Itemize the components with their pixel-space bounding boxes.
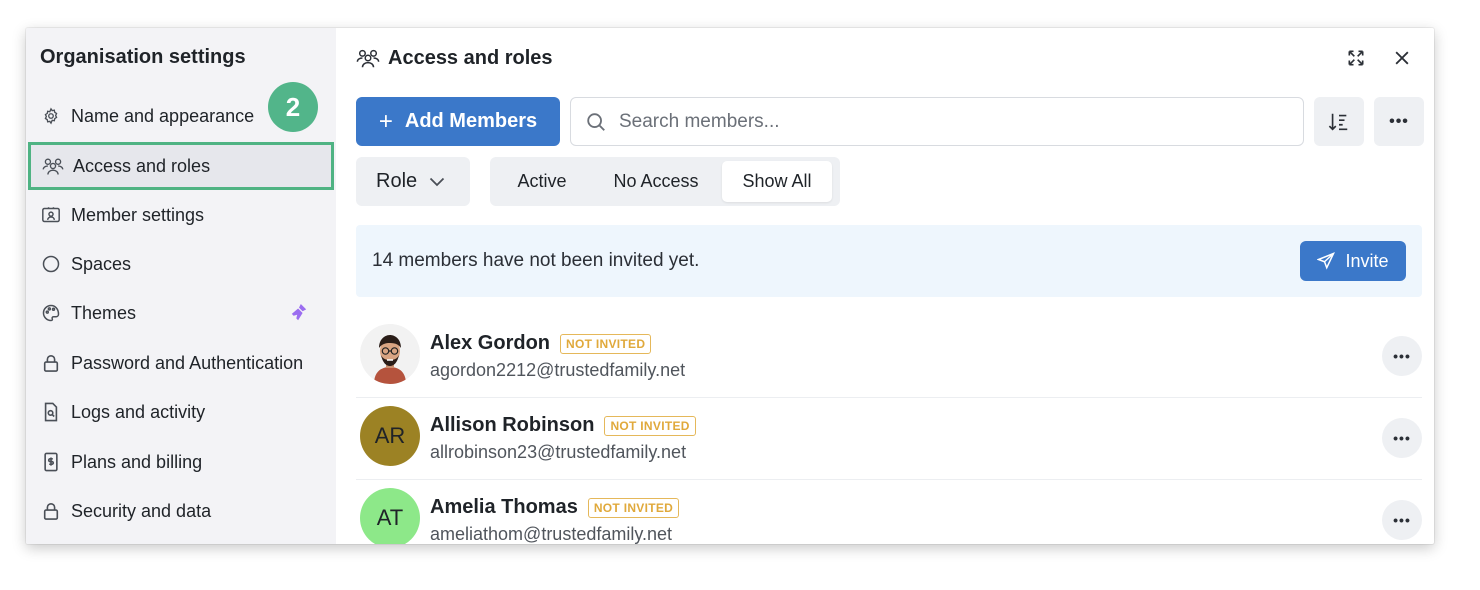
member-name: Allison Robinson — [430, 414, 595, 436]
page-title: Access and roles — [388, 46, 553, 69]
send-icon — [1317, 252, 1336, 270]
sidebar-item-member-settings[interactable]: Member settings — [26, 191, 336, 239]
sidebar-item-label: Security and data — [71, 500, 212, 521]
settings-window: Organisation settings Name and appearanc… — [26, 28, 1434, 544]
document-search-icon — [40, 401, 62, 423]
circle-icon — [40, 253, 62, 275]
role-label: Role — [376, 170, 418, 192]
sidebar-item-label: Plans and billing — [71, 451, 203, 472]
search-box[interactable] — [570, 97, 1304, 146]
invite-button[interactable]: Invite — [1300, 241, 1406, 281]
paint-brush-icon — [290, 303, 308, 328]
status-badge: NOT INVITED — [587, 497, 680, 518]
sidebar-item-label: Name and appearance — [71, 105, 255, 126]
search-input[interactable] — [619, 110, 1259, 133]
palette-icon — [40, 302, 62, 324]
toolbar: + Add Members ••• — [356, 97, 1424, 146]
sidebar-item-label: Themes — [71, 302, 137, 323]
member-list: Alex Gordon NOT INVITED agordon2212@trus… — [356, 316, 1422, 544]
sort-button[interactable] — [1314, 97, 1364, 146]
member-email: allrobinson23@trustedfamily.net — [430, 442, 687, 462]
member-row[interactable]: Alex Gordon NOT INVITED agordon2212@trus… — [356, 316, 1422, 398]
step-badge: 2 — [268, 82, 318, 132]
member-name: Amelia Thomas — [430, 496, 578, 518]
avatar-initials: AR — [374, 423, 406, 448]
banner-message: 14 members have not been invited yet. — [372, 250, 700, 271]
users-icon — [42, 155, 64, 177]
avatar: AR — [360, 406, 420, 466]
member-row[interactable]: AT Amelia Thomas NOT INVITED ameliathom@… — [356, 480, 1422, 544]
lock-icon — [40, 500, 62, 522]
expand-icon[interactable] — [1344, 46, 1368, 70]
row-more-button[interactable]: ••• — [1382, 336, 1422, 376]
filter-active[interactable]: Active — [494, 161, 590, 202]
sidebar-item-spaces[interactable]: Spaces — [26, 240, 336, 288]
close-icon[interactable] — [1390, 46, 1414, 70]
avatar-initials: AT — [376, 505, 404, 530]
main-panel: Access and roles + Add Members Search me… — [336, 28, 1434, 544]
gear-icon — [40, 105, 62, 127]
add-members-button[interactable]: + Add Members — [356, 97, 560, 146]
sidebar-item-label: Access and roles — [73, 155, 211, 176]
status-filter: Active No Access Show All — [490, 157, 840, 206]
panel-header: Access and roles — [356, 44, 1414, 72]
invite-banner: 14 members have not been invited yet. In… — [356, 225, 1422, 297]
receipt-icon — [40, 451, 62, 473]
header-actions — [1344, 44, 1414, 72]
member-name: Alex Gordon — [430, 332, 551, 354]
status-badge: NOT INVITED — [604, 415, 696, 436]
sort-icon — [1327, 111, 1351, 133]
row-more-button[interactable]: ••• — [1382, 418, 1422, 458]
sidebar-item-logs-and-activity[interactable]: Logs and activity — [26, 388, 336, 436]
status-badge: NOT INVITED — [560, 333, 652, 354]
sidebar-item-access-and-roles[interactable]: Access and roles — [28, 142, 334, 190]
avatar — [360, 324, 420, 384]
sidebar-item-label: Spaces — [71, 253, 132, 274]
member-email: ameliathom@trustedfamily.net — [430, 524, 673, 544]
sidebar-item-themes[interactable]: Themes — [26, 289, 336, 337]
member-row[interactable]: AR Allison Robinson NOT INVITED allrobin… — [356, 398, 1422, 480]
invite-label: Invite — [1345, 250, 1389, 271]
plus-icon: + — [378, 107, 393, 135]
member-email: agordon2212@trustedfamily.net — [430, 360, 686, 380]
sidebar: Organisation settings Name and appearanc… — [26, 28, 336, 544]
users-icon — [356, 46, 380, 70]
chevron-down-icon — [429, 170, 445, 193]
search-icon — [585, 111, 607, 133]
row-more-button[interactable]: ••• — [1382, 500, 1422, 540]
avatar-photo — [360, 324, 420, 384]
member-name-row: Alex Gordon NOT INVITED — [430, 332, 652, 355]
sidebar-item-label: Password and Authentication — [71, 352, 304, 373]
member-card-icon — [40, 204, 62, 226]
sidebar-item-password-and-authentication[interactable]: Password and Authentication — [26, 339, 336, 387]
add-members-label: Add Members — [404, 110, 538, 132]
member-name-row: Allison Robinson NOT INVITED — [430, 414, 696, 437]
member-name-row: Amelia Thomas NOT INVITED — [430, 496, 680, 519]
filter-show-all[interactable]: Show All — [722, 161, 832, 202]
avatar: AT — [360, 488, 420, 544]
lock-icon — [40, 352, 62, 374]
sidebar-title: Organisation settings — [40, 46, 246, 68]
sidebar-item-label: Logs and activity — [71, 401, 206, 422]
sidebar-item-plans-and-billing[interactable]: Plans and billing — [26, 438, 336, 486]
sidebar-item-label: Member settings — [71, 204, 205, 225]
sidebar-item-security-and-data[interactable]: Security and data — [26, 487, 336, 535]
filter-bar: Role Active No Access Show All — [356, 157, 1422, 206]
more-options-button[interactable]: ••• — [1374, 97, 1424, 146]
role-dropdown[interactable]: Role — [356, 157, 470, 206]
filter-no-access[interactable]: No Access — [590, 161, 722, 202]
